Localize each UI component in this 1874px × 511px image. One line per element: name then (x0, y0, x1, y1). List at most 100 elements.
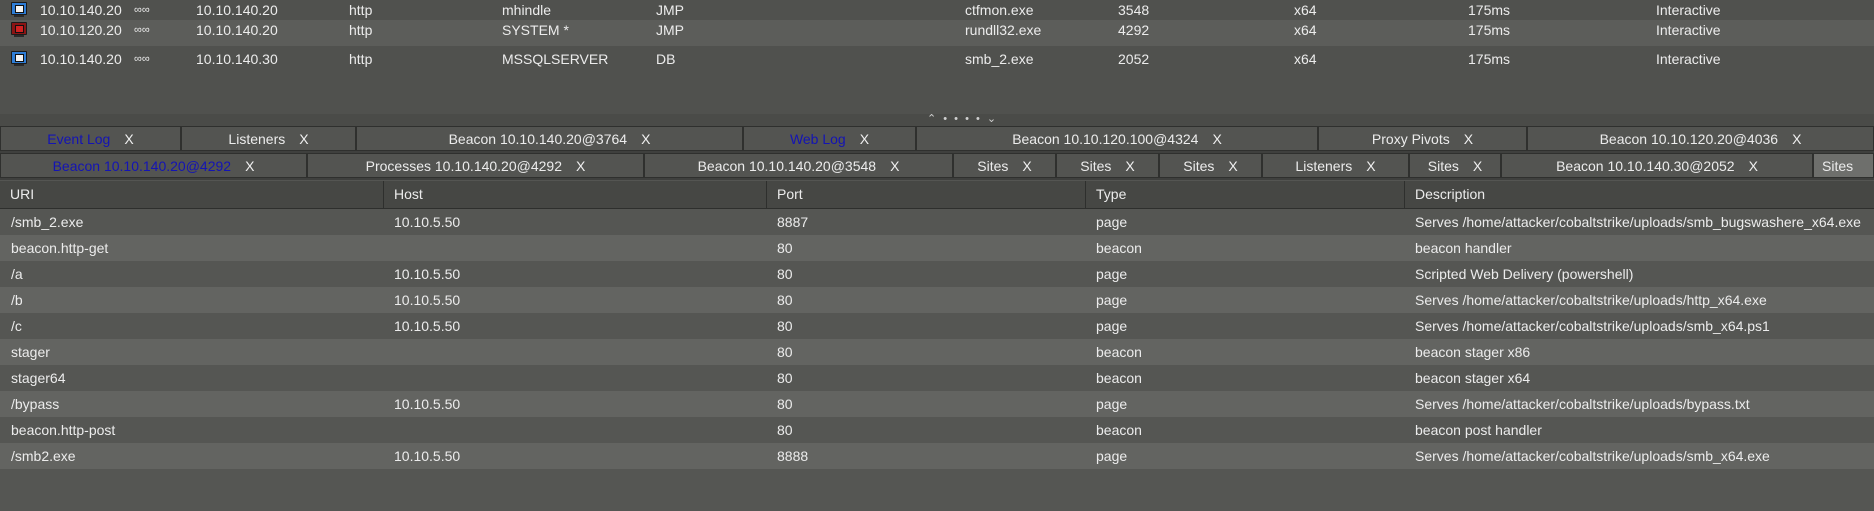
tab-label: Sites (1822, 158, 1854, 174)
beacon-note: Interactive (1656, 22, 1721, 38)
cell-uri: /c (11, 318, 22, 334)
cell-description: beacon handler (1415, 240, 1512, 256)
tab-bar-bottom: Beacon 10.10.140.20@4292 X Processes 10.1… (0, 153, 1874, 180)
table-row[interactable]: stager 80 beacon beacon stager x86 (0, 339, 1874, 365)
tab-close-button[interactable]: X (1749, 154, 1758, 178)
cell-type: page (1096, 448, 1128, 464)
tab-beacon[interactable]: Beacon 10.10.140.30@2052 X (1501, 153, 1813, 178)
tab-beacon[interactable]: Beacon 10.10.140.20@3764 X (356, 126, 743, 151)
tab-listeners[interactable]: Listeners X (1262, 153, 1409, 178)
tab-web-log[interactable]: Web Log X (743, 126, 916, 151)
beacon-user: MSSQLSERVER (502, 51, 609, 67)
tab-close-button[interactable]: X (1473, 154, 1482, 178)
cell-type: beacon (1096, 422, 1142, 438)
tab-listeners[interactable]: Listeners X (181, 126, 356, 151)
cell-type: page (1096, 318, 1128, 334)
tab-close-button[interactable]: X (1022, 154, 1031, 178)
tab-label: Beacon 10.10.140.20@4292 (52, 158, 232, 174)
beacon-internal: 10.10.140.30 (196, 51, 278, 67)
cell-uri: beacon.http-get (11, 240, 109, 256)
tab-label: Beacon 10.10.140.20@3764 (448, 131, 628, 147)
beacon-note: Interactive (1656, 51, 1721, 67)
tab-beacon[interactable]: Beacon 10.10.120.100@4324 X (916, 126, 1318, 151)
monitor-red-icon (11, 22, 27, 37)
beacon-internal: 10.10.140.20 (196, 2, 278, 18)
tab-close-button[interactable]: X (124, 127, 133, 151)
cell-port: 80 (777, 396, 793, 412)
tab-close-button[interactable]: X (1125, 154, 1134, 178)
cell-port: 80 (777, 422, 793, 438)
column-header-port[interactable]: Port (767, 181, 1086, 208)
tab-close-button[interactable]: X (890, 154, 899, 178)
cell-description: beacon stager x64 (1415, 370, 1531, 386)
tab-beacon[interactable]: Beacon 10.10.120.20@4036 X (1527, 126, 1874, 151)
column-header-description[interactable]: Description (1405, 181, 1874, 208)
tab-close-button[interactable]: X (641, 127, 650, 151)
tab-close-button[interactable]: X (1212, 127, 1221, 151)
tab-label: Sites (1080, 158, 1112, 174)
monitor-blue-icon (11, 2, 27, 17)
tab-label: Beacon 10.10.140.20@3548 (697, 158, 877, 174)
beacon-listener: http (349, 2, 373, 18)
tab-close-button[interactable]: X (1228, 154, 1237, 178)
column-header-host[interactable]: Host (384, 181, 767, 208)
tab-event-log[interactable]: Event Log X (0, 126, 181, 151)
tab-sites[interactable]: Sites X (1056, 153, 1159, 178)
tab-close-button[interactable]: X (1464, 127, 1473, 151)
cell-host: 10.10.5.50 (394, 318, 461, 334)
tab-proxy-pivots[interactable]: Proxy Pivots X (1318, 126, 1527, 151)
tab-label: Sites (1427, 158, 1459, 174)
cell-description: Serves /home/attacker/cobaltstrike/uploa… (1415, 292, 1767, 308)
tab-close-button[interactable]: X (1366, 154, 1375, 178)
beacon-arch: x64 (1294, 22, 1317, 38)
monitor-blue-icon (11, 51, 27, 66)
tab-beacon[interactable]: Beacon 10.10.140.20@4292 X (0, 153, 307, 178)
cell-description: Scripted Web Delivery (powershell) (1415, 266, 1634, 282)
beacon-pid: 2052 (1118, 51, 1150, 67)
tab-sites[interactable]: Sites X (1159, 153, 1262, 178)
cell-description: Serves /home/attacker/cobaltstrike/uploa… (1415, 318, 1770, 334)
table-row[interactable]: /bypass 10.10.5.50 80 page Serves /home/… (0, 391, 1874, 417)
tab-close-button[interactable]: X (1792, 127, 1801, 151)
cell-description: Serves /home/attacker/cobaltstrike/uploa… (1415, 396, 1750, 412)
beacon-computer: JMP (656, 2, 684, 18)
table-row[interactable]: /smb_2.exe 10.10.5.50 8887 page Serves /… (0, 209, 1874, 235)
table-row[interactable]: /a 10.10.5.50 80 page Scripted Web Deliv… (0, 261, 1874, 287)
table-row[interactable]: /b 10.10.5.50 80 page Serves /home/attac… (0, 287, 1874, 313)
beacon-row[interactable]: 10.10.140.20 ∞∞ 10.10.140.30 http MSSQLS… (0, 49, 1874, 75)
table-row[interactable]: beacon.http-get 80 beacon beacon handler (0, 235, 1874, 261)
tab-close-button[interactable]: X (299, 127, 308, 151)
beacon-table: 10.10.140.20 ∞∞ 10.10.140.20 http mhindl… (0, 0, 1874, 114)
cell-type: beacon (1096, 240, 1142, 256)
splitter-handle-icon[interactable]: ⌃ • • • • ⌄ (927, 112, 998, 125)
tab-sites[interactable]: Sites X (1409, 153, 1501, 178)
tab-label: Listeners (1295, 158, 1353, 174)
cell-type: page (1096, 266, 1128, 282)
table-row[interactable]: beacon.http-post 80 beacon beacon post h… (0, 417, 1874, 443)
beacon-user: mhindle (502, 2, 552, 18)
tab-close-button[interactable]: X (860, 127, 869, 151)
beacon-external: 10.10.120.20 (40, 22, 122, 38)
cell-uri: /a (11, 266, 23, 282)
tab-processes[interactable]: Processes 10.10.140.20@4292 X (307, 153, 644, 178)
pane-splitter[interactable]: ⌃ • • • • ⌄ (0, 112, 1874, 126)
table-row[interactable]: /c 10.10.5.50 80 page Serves /home/attac… (0, 313, 1874, 339)
cell-port: 8887 (777, 214, 809, 230)
tab-sites-active[interactable]: Sites (1813, 153, 1874, 178)
cell-port: 80 (777, 370, 793, 386)
tab-beacon[interactable]: Beacon 10.10.140.20@3548 X (644, 153, 953, 178)
tab-label: Web Log (789, 131, 846, 147)
column-header-uri[interactable]: URI (0, 181, 384, 208)
tab-close-button[interactable]: X (245, 154, 254, 178)
pivot-link-icon: ∞∞ (134, 24, 150, 36)
tab-close-button[interactable]: X (576, 154, 585, 178)
tab-label: Event Log (47, 131, 111, 147)
tab-label: Beacon 10.10.120.20@4036 (1599, 131, 1779, 147)
cell-host: 10.10.5.50 (394, 396, 461, 412)
cell-port: 80 (777, 240, 793, 256)
table-row[interactable]: stager64 80 beacon beacon stager x64 (0, 365, 1874, 391)
table-row[interactable]: /smb2.exe 10.10.5.50 8888 page Serves /h… (0, 443, 1874, 469)
beacon-row[interactable]: 10.10.120.20 ∞∞ 10.10.140.20 http SYSTEM… (0, 20, 1874, 46)
tab-sites[interactable]: Sites X (953, 153, 1056, 178)
column-header-type[interactable]: Type (1086, 181, 1405, 208)
